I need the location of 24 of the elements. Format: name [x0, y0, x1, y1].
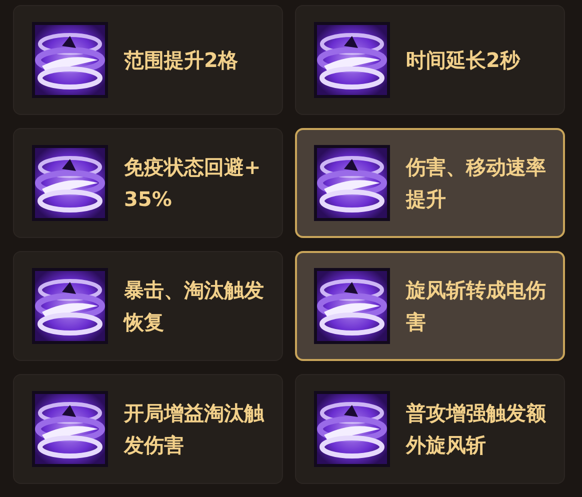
upgrade-card[interactable]: 时间延长2秒 — [295, 5, 565, 115]
upgrade-card[interactable]: 范围提升2格 — [13, 5, 283, 115]
upgrade-card[interactable]: 免疫状态回避+35% — [13, 128, 283, 238]
whirlwind-icon — [314, 145, 390, 221]
upgrade-label: 伤害、移动速率提升 — [406, 154, 547, 213]
upgrade-label: 时间延长2秒 — [406, 47, 522, 74]
upgrade-label: 旋风斩转成电伤害 — [406, 277, 547, 336]
upgrade-label: 开局增益淘汰触发伤害 — [124, 400, 266, 459]
upgrade-card[interactable]: 伤害、移动速率提升 — [295, 128, 565, 238]
upgrade-card[interactable]: 普攻增强触发额外旋风斩 — [295, 374, 565, 484]
whirlwind-icon — [314, 391, 390, 467]
whirlwind-icon — [32, 268, 108, 344]
whirlwind-icon — [32, 22, 108, 98]
upgrade-card[interactable]: 暴击、淘汰触发恢复 — [13, 251, 283, 361]
whirlwind-icon — [314, 22, 390, 98]
upgrade-card[interactable]: 开局增益淘汰触发伤害 — [13, 374, 283, 484]
whirlwind-icon — [32, 145, 108, 221]
whirlwind-icon — [32, 391, 108, 467]
whirlwind-icon — [314, 268, 390, 344]
upgrade-label: 范围提升2格 — [124, 47, 239, 74]
upgrade-card[interactable]: 旋风斩转成电伤害 — [295, 251, 565, 361]
upgrade-label: 普攻增强触发额外旋风斩 — [406, 400, 547, 459]
upgrade-label: 免疫状态回避+35% — [124, 154, 262, 213]
upgrade-label: 暴击、淘汰触发恢复 — [124, 277, 265, 336]
